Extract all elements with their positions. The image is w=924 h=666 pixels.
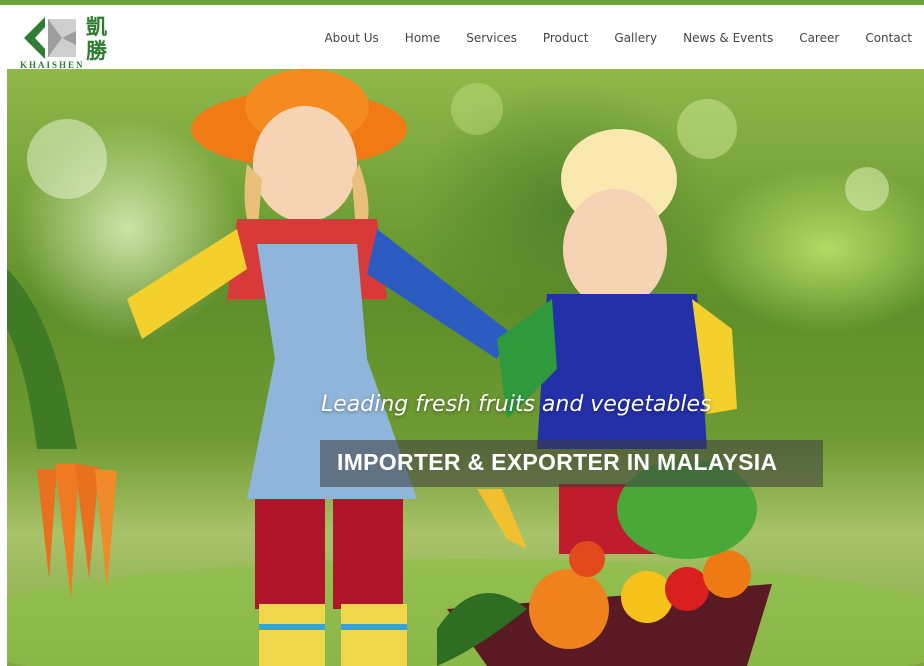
hero-photo-illustration [7,69,924,666]
hero-banner: Leading fresh fruits and vegetables IMPO… [7,69,924,666]
hero-banner-title: IMPORTER & EXPORTER IN MALAYSIA [337,449,778,475]
hero-tagline: Leading fresh fruits and vegetables [321,392,712,417]
main-navigation: About Us Home Services Product Gallery N… [298,31,912,45]
nav-about-us[interactable]: About Us [324,31,378,45]
nav-services[interactable]: Services [466,31,517,45]
khaishen-logo-icon [24,17,76,59]
nav-gallery[interactable]: Gallery [614,31,657,45]
logo-chinese-name: 凱勝 [86,14,108,63]
nav-home[interactable]: Home [405,31,440,45]
nav-news-events[interactable]: News & Events [683,31,773,45]
site-header: 凱勝 KHAISHEN About Us Home Services Produ… [0,5,924,71]
carrot-bunch-left [7,269,117,599]
nav-product[interactable]: Product [543,31,589,45]
nav-career[interactable]: Career [799,31,839,45]
nav-contact[interactable]: Contact [865,31,912,45]
site-logo[interactable]: 凱勝 KHAISHEN [20,15,130,71]
